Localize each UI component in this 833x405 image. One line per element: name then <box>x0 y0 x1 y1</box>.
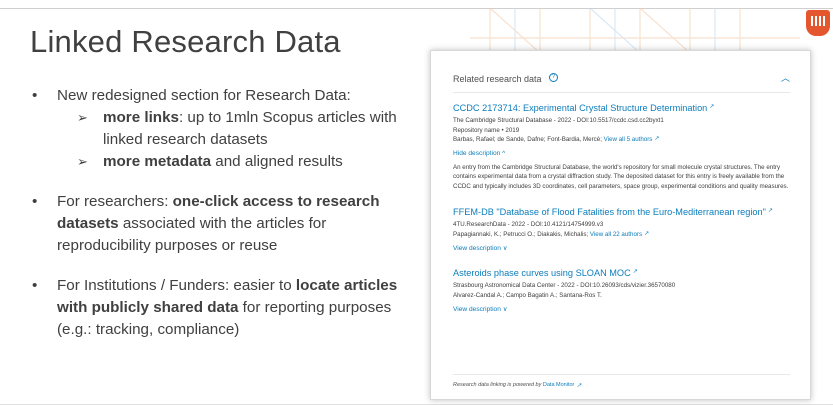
dataset-entry: CCDC 2173714: Experimental Crystal Struc… <box>453 103 790 191</box>
dataset-title[interactable]: FFEM-DB "Database of Flood Fatalities fr… <box>453 207 766 217</box>
dataset-source: The Cambridge Structural Database - 2022… <box>453 117 664 124</box>
external-link-icon: ↗ <box>767 208 773 214</box>
sub-bullet-text: and aligned results <box>211 153 343 170</box>
bullet-text: For researchers: <box>57 193 173 210</box>
dataset-title-link[interactable]: FFEM-DB "Database of Flood Fatalities fr… <box>453 207 790 217</box>
bullet-item: • For researchers: one-click access to r… <box>32 191 402 257</box>
chevron-up-icon[interactable]: ︿ <box>781 71 790 84</box>
dataset-title-link[interactable]: Asteroids phase curves using SLOAN MOC ↗ <box>453 268 790 278</box>
view-description-toggle[interactable]: View description ∨ <box>453 305 790 313</box>
data-monitor-link[interactable]: Data Monitor <box>543 382 575 388</box>
arrow-icon: ➢ <box>77 154 88 169</box>
view-all-authors-link[interactable]: View all 5 authors <box>604 136 653 143</box>
footer-text: Research data linking is powered by <box>453 382 542 388</box>
bullet-dot: • <box>32 87 38 104</box>
dataset-authors: Papagiannaki, K.; Petrucci O.; Diakakis,… <box>453 230 790 240</box>
panel-footer: Research data linking is powered by Data… <box>453 374 790 389</box>
dataset-entry: Asteroids phase curves using SLOAN MOC ↗ … <box>453 268 790 313</box>
bullet-text: New redesigned section for Research Data… <box>57 87 351 104</box>
dataset-authors: Barbas, Rafael; de Sande, Dafne; Font-Ba… <box>453 135 790 145</box>
dataset-title[interactable]: CCDC 2173714: Experimental Crystal Struc… <box>453 103 707 113</box>
hand-logo-icon <box>806 10 830 36</box>
authors-text: Barbas, Rafael; de Sande, Dafne; Font-Ba… <box>453 136 602 143</box>
dataset-source: Strasbourg Astronomical Data Center - 20… <box>453 282 676 289</box>
related-research-data-panel: Related research data ? ︿ CCDC 2173714: … <box>430 50 811 400</box>
sub-bullet-item: ➢ more links: up to 1mln Scopus articles… <box>57 107 402 151</box>
bullet-dot: • <box>32 193 38 210</box>
external-link-icon: ↗ <box>644 230 650 237</box>
panel-header[interactable]: Related research data ? ︿ <box>453 69 790 93</box>
help-icon[interactable]: ? <box>549 72 559 82</box>
dataset-repository: Repository name • 2019 <box>453 126 520 134</box>
bullet-dot: • <box>32 277 38 294</box>
dataset-entry: FFEM-DB "Database of Flood Fatalities fr… <box>453 207 790 252</box>
bullet-text: For Institutions / Funders: easier to <box>57 277 296 294</box>
external-link-icon: ↗ <box>654 136 660 142</box>
arrow-icon: ➢ <box>77 110 88 125</box>
bullet-list: • New redesigned section for Research Da… <box>32 85 402 359</box>
view-all-authors-link[interactable]: View all 22 authors <box>590 231 642 238</box>
sub-bullet-bold: more metadata <box>103 153 212 170</box>
external-link-icon: ↗ <box>632 269 638 275</box>
dataset-title-link[interactable]: CCDC 2173714: Experimental Crystal Struc… <box>453 103 790 113</box>
dataset-title[interactable]: Asteroids phase curves using SLOAN MOC <box>453 268 631 278</box>
dataset-description: An entry from the Cambridge Structural D… <box>453 163 789 190</box>
view-description-toggle[interactable]: View description ∨ <box>453 244 790 252</box>
bullet-item: • New redesigned section for Research Da… <box>32 85 402 173</box>
dataset-source: 4TU.ResearchData - 2022 - DOI:10.4121/14… <box>453 221 604 228</box>
dataset-authors: Alvarez-Candal A.; Campo Bagatin A.; San… <box>453 291 602 299</box>
panel-title: Related research data <box>453 73 542 84</box>
authors-text: Papagiannaki, K.; Petrucci O.; Diakakis,… <box>453 230 589 238</box>
sub-bullet-bold: more links <box>103 109 179 126</box>
external-link-icon: ↗ <box>709 104 715 110</box>
external-link-icon: ↗ <box>576 383 582 389</box>
bullet-item: • For Institutions / Funders: easier to … <box>32 275 402 341</box>
slide-title: Linked Research Data <box>30 24 341 59</box>
hide-description-toggle[interactable]: Hide description ^ <box>453 150 790 157</box>
sub-bullet-item: ➢ more metadata and aligned results <box>57 151 402 173</box>
